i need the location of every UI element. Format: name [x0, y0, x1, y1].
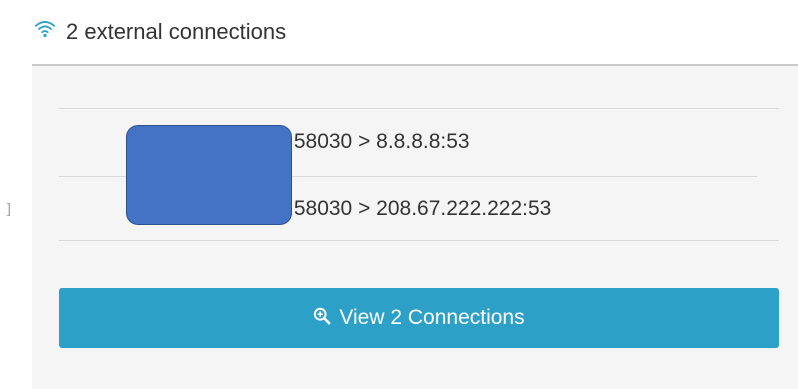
connection-row: :58030 > 8.8.8.8:53	[288, 130, 470, 153]
zoom-in-icon	[314, 307, 331, 325]
connection-row: :58030 > 208.67.222.222:53	[288, 197, 552, 220]
wifi-icon	[34, 20, 56, 38]
view-connections-button[interactable]: View 2 Connections	[59, 288, 779, 348]
divider	[59, 240, 779, 241]
connections-header: 2 external connections	[34, 12, 286, 52]
page: 2 external connections ] :58030 > 8.8.8.…	[0, 0, 798, 389]
truncated-mark: ]	[7, 200, 11, 216]
header-title: 2 external connections	[66, 19, 287, 44]
divider	[59, 108, 779, 109]
redacted-address	[126, 125, 292, 225]
view-connections-label: View 2 Connections	[339, 306, 525, 329]
